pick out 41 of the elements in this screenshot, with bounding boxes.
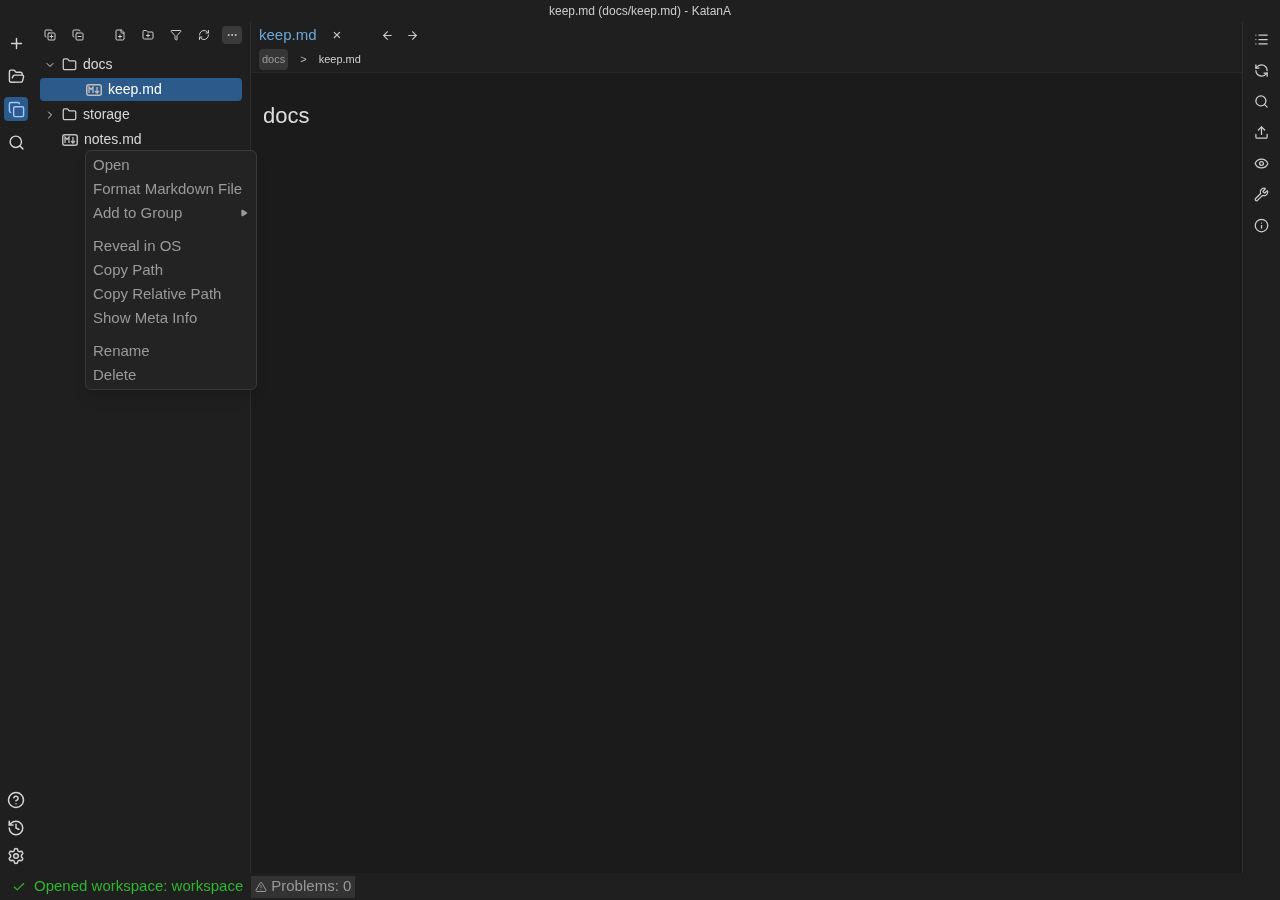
wrench-icon[interactable] bbox=[1254, 187, 1269, 202]
more-icon[interactable] bbox=[222, 26, 242, 44]
breadcrumb-item[interactable]: docs bbox=[259, 49, 289, 70]
folder-tree-item[interactable]: storage bbox=[40, 103, 242, 126]
breadcrumb-separator: > bbox=[299, 52, 308, 68]
document-heading: docs bbox=[263, 102, 311, 130]
forward-arrow-icon[interactable] bbox=[406, 28, 420, 42]
file-tree-item[interactable]: notes.md bbox=[40, 128, 242, 151]
sync-icon[interactable] bbox=[1254, 63, 1269, 78]
back-arrow-icon[interactable] bbox=[381, 28, 395, 42]
menu-item[interactable]: Format Markdown File bbox=[86, 177, 256, 201]
eye-icon[interactable] bbox=[1254, 156, 1269, 171]
status-message: Opened workspace: workspace bbox=[34, 876, 244, 897]
menu-item[interactable]: Copy Relative Path bbox=[86, 282, 256, 306]
menu-item[interactable]: Delete bbox=[86, 363, 256, 387]
info-icon[interactable] bbox=[1254, 218, 1269, 233]
help-icon[interactable] bbox=[7, 791, 25, 809]
window-title: keep.md (docs/keep.md) - KatanA bbox=[548, 3, 732, 20]
submenu-arrow-icon bbox=[240, 209, 248, 217]
history-icon[interactable] bbox=[7, 819, 25, 837]
folder-tree-item[interactable]: docs bbox=[40, 53, 242, 76]
markdown-file-icon bbox=[62, 133, 78, 146]
upload-icon[interactable] bbox=[1254, 125, 1269, 140]
menu-item[interactable]: Copy Path bbox=[86, 258, 256, 282]
files-icon[interactable] bbox=[4, 97, 28, 121]
folder-icon bbox=[62, 107, 77, 122]
search-icon[interactable] bbox=[1254, 94, 1269, 109]
folder-icon bbox=[62, 57, 77, 72]
list-icon[interactable] bbox=[1254, 32, 1269, 47]
menu-item[interactable]: Show Meta Info bbox=[86, 306, 256, 330]
file-tree-item[interactable]: keep.md bbox=[40, 78, 242, 101]
settings-icon[interactable] bbox=[7, 847, 25, 865]
breadcrumb-item[interactable]: keep.md bbox=[318, 51, 361, 68]
close-tab-button[interactable]: × bbox=[332, 23, 342, 47]
menu-item[interactable]: Reveal in OS bbox=[86, 234, 256, 258]
editor-tab[interactable]: keep.md × bbox=[259, 23, 342, 47]
menu-item[interactable]: Open bbox=[86, 153, 256, 177]
problems-indicator[interactable]: Problems: 0 bbox=[251, 875, 356, 898]
menu-item[interactable]: Rename bbox=[86, 339, 256, 363]
menu-item[interactable]: Add to Group bbox=[86, 201, 256, 225]
markdown-file-icon bbox=[86, 83, 102, 96]
